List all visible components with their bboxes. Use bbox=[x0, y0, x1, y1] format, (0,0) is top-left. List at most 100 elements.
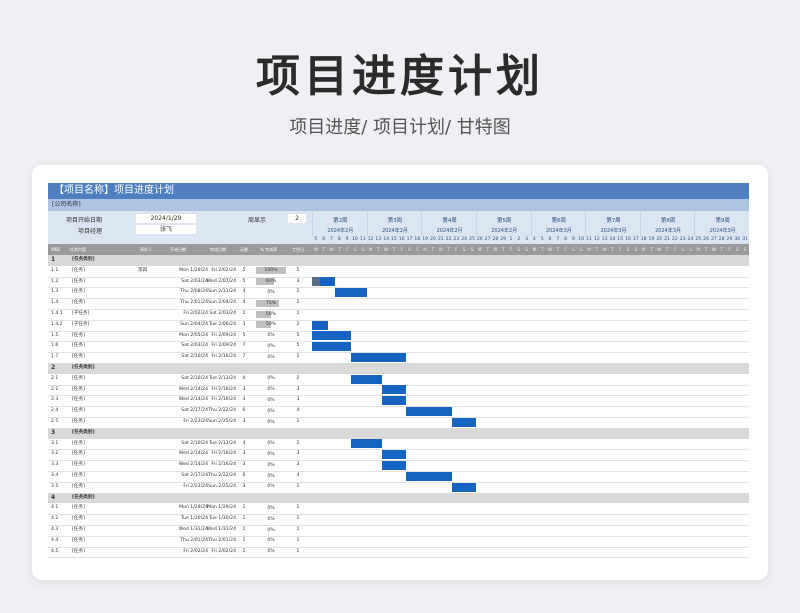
task-row[interactable]: 4.5 [任务] Fri 2/02/24 Fri 2/02/24 1 0% 1 bbox=[48, 547, 749, 559]
day-number: 12 bbox=[367, 237, 374, 242]
wbs-cell: 2.3 bbox=[51, 397, 59, 403]
day-letter: S bbox=[517, 247, 521, 252]
days-cell: 3 bbox=[242, 386, 246, 392]
day-number: 29 bbox=[500, 237, 507, 242]
task-name-cell: [任务] bbox=[72, 548, 85, 554]
company-name[interactable]: [公司名称] bbox=[52, 201, 81, 208]
gantt-bar[interactable] bbox=[405, 406, 453, 416]
day-number: 27 bbox=[484, 237, 491, 242]
wbs-cell: 1.5 bbox=[51, 332, 59, 338]
gantt-bar[interactable] bbox=[452, 482, 476, 492]
gantt-bar[interactable] bbox=[312, 320, 328, 330]
day-letter: T bbox=[665, 247, 669, 252]
week-cell: 第7周 2024年3月 bbox=[585, 211, 641, 236]
wbs-cell: 1.1 bbox=[51, 267, 59, 273]
day-number: 2 bbox=[517, 237, 521, 242]
gantt-bar[interactable] bbox=[312, 331, 352, 341]
phase-row[interactable]: 2 [任务类别] bbox=[48, 363, 749, 374]
gantt-bar[interactable] bbox=[351, 439, 383, 449]
percent-complete-cell: 0% bbox=[267, 333, 275, 339]
day-number: 23 bbox=[679, 237, 686, 242]
day-number: 10 bbox=[351, 237, 358, 242]
end-date-cell: Fri 2/16/24 bbox=[211, 462, 236, 468]
day-letter: S bbox=[408, 247, 411, 252]
project-lead-field[interactable]: 张飞 bbox=[136, 225, 196, 234]
wbs-cell: 4.4 bbox=[51, 537, 59, 543]
start-date-field[interactable]: 2024/1/29 bbox=[136, 214, 196, 223]
wbs-cell: 2.4 bbox=[51, 408, 59, 414]
day-number: 13 bbox=[375, 237, 382, 242]
day-number: 11 bbox=[359, 237, 366, 242]
week-show-field[interactable]: 2 bbox=[288, 214, 306, 223]
sheet-title-bar: 【项目名称】项目进度计划 bbox=[48, 183, 749, 199]
week-label: 第3周 bbox=[387, 218, 403, 224]
days-cell: 5 bbox=[242, 332, 246, 338]
day-letter: S bbox=[634, 247, 638, 252]
day-number: 28 bbox=[492, 237, 499, 242]
day-letter: T bbox=[556, 247, 560, 252]
phase-row[interactable]: 4 [任务类别] bbox=[48, 492, 749, 504]
start-date-cell: Sat 2/17/24 bbox=[181, 408, 208, 414]
gantt-bar[interactable] bbox=[312, 342, 352, 352]
day-letter: W bbox=[711, 247, 716, 252]
day-number: 10 bbox=[578, 237, 585, 242]
gantt-bar[interactable] bbox=[382, 396, 406, 406]
days-cell: 3 bbox=[242, 483, 246, 489]
gantt-bar[interactable] bbox=[382, 385, 406, 395]
day-letter: M bbox=[532, 247, 537, 252]
day-number: 8 bbox=[337, 237, 341, 242]
task-name-cell: [任务] bbox=[72, 289, 85, 295]
week-cell: 第6周 2024年3月 bbox=[530, 211, 587, 236]
task-name-cell: [任务] bbox=[72, 483, 85, 489]
wbs-cell: 3.3 bbox=[51, 462, 59, 468]
task-name-cell: [任务] bbox=[72, 537, 85, 543]
end-date-cell: Thu 2/22/24 bbox=[208, 408, 236, 414]
col-owner: 责任人 bbox=[140, 247, 152, 252]
percent-complete-cell: 0% bbox=[267, 451, 275, 457]
task-name-cell: [任务] bbox=[72, 267, 85, 273]
day-letter: F bbox=[455, 247, 458, 252]
end-date-cell: Fri 2/16/24 bbox=[211, 354, 236, 360]
wbs-cell: 1 bbox=[51, 256, 56, 263]
gantt-bar[interactable] bbox=[351, 374, 383, 384]
start-date-cell: Wed 1/31/24 bbox=[178, 527, 208, 532]
day-number: 18 bbox=[414, 237, 421, 242]
start-date-cell: Tue 1/30/24 bbox=[180, 516, 208, 522]
days-cell: 5 bbox=[242, 267, 246, 273]
gantt-bar[interactable] bbox=[405, 471, 453, 481]
workdays-cell: 5 bbox=[296, 332, 300, 338]
task-name-cell: [任务] bbox=[72, 343, 85, 349]
workdays-cell: 3 bbox=[296, 462, 300, 468]
day-number: 11 bbox=[586, 237, 592, 242]
day-number: 29 bbox=[726, 237, 733, 242]
start-date-cell: Mon 1/29/24 bbox=[179, 505, 208, 511]
project-lead-label: 项目经理 bbox=[77, 228, 102, 235]
workdays-cell: 1 bbox=[296, 419, 300, 424]
phase-row[interactable]: 1 [任务类别] bbox=[48, 255, 749, 266]
day-letter: M bbox=[478, 247, 482, 252]
gantt-bar[interactable] bbox=[335, 288, 367, 298]
day-letter: T bbox=[338, 247, 341, 252]
workdays-cell: 3 bbox=[296, 278, 300, 284]
gantt-bar[interactable] bbox=[351, 352, 406, 362]
percent-complete-cell: 0% bbox=[267, 462, 275, 468]
percent-complete-cell: 0% bbox=[267, 505, 275, 511]
days-cell: 1 bbox=[242, 548, 246, 554]
gantt-bar[interactable] bbox=[382, 450, 406, 460]
phase-row[interactable]: 3 [任务类别] bbox=[48, 427, 749, 439]
percent-complete-cell: 60% bbox=[265, 279, 277, 285]
col-work: 工作日 bbox=[292, 247, 304, 252]
day-letter: F bbox=[673, 247, 676, 252]
task-name-cell: [任务] bbox=[72, 440, 85, 446]
task-name-cell: [任务] bbox=[72, 300, 85, 306]
start-date-cell: Sat 2/17/24 bbox=[181, 473, 208, 478]
day-letter: F bbox=[400, 247, 403, 252]
gantt-bar[interactable] bbox=[382, 460, 406, 470]
start-date-cell: Wed 2/14/24 bbox=[178, 397, 208, 403]
task-name-cell: [任务] bbox=[72, 419, 85, 424]
day-number: 28 bbox=[718, 237, 725, 242]
gantt-bar[interactable] bbox=[452, 417, 476, 427]
task-name-cell: [子任务] bbox=[72, 321, 90, 327]
days-cell: 4 bbox=[242, 440, 246, 446]
task-name-cell: [任务] bbox=[72, 473, 85, 478]
